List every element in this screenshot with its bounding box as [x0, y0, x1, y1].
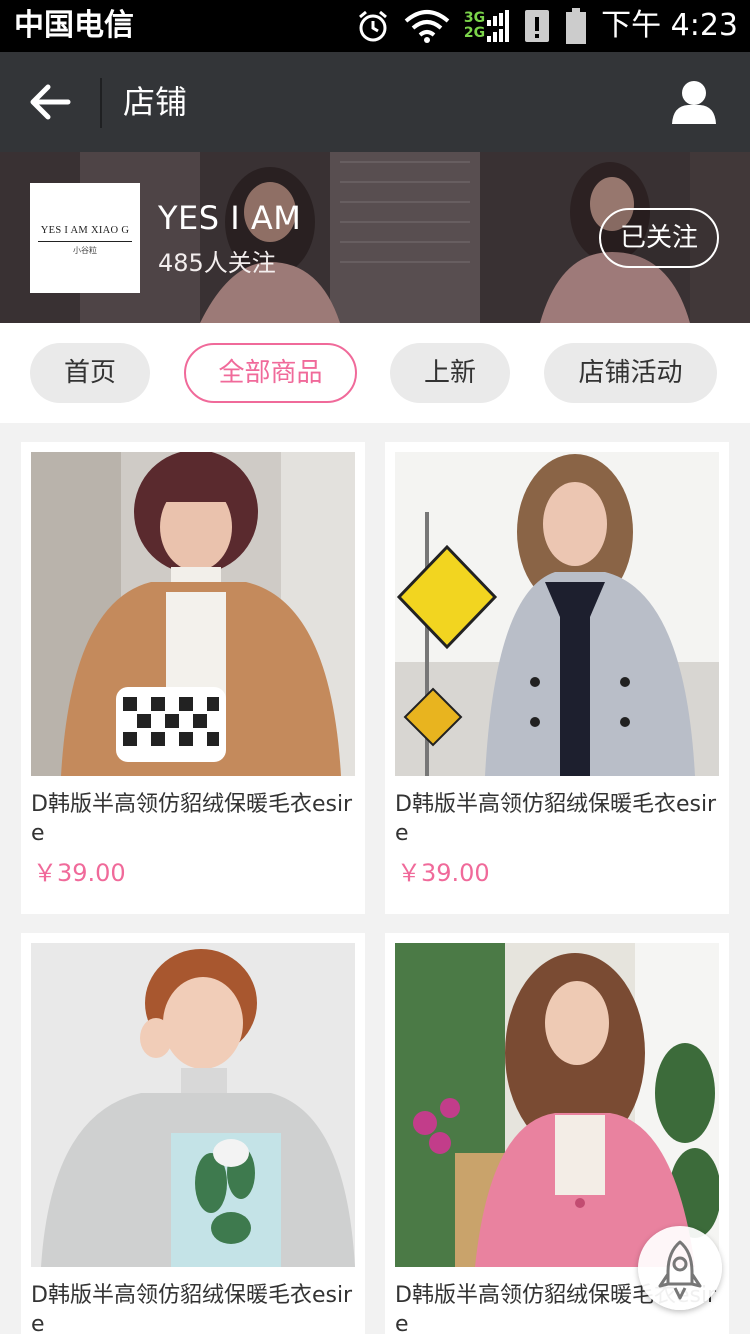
wifi-icon: [404, 10, 450, 43]
shop-tab-bar: 首页 全部商品 上新 店铺活动: [0, 323, 750, 423]
product-title: D韩版半高领仿貂绒保暖毛衣esire: [395, 792, 717, 846]
logo-text: YES I AM XIAO G: [40, 225, 130, 236]
product-price: ￥39.00: [33, 859, 126, 887]
user-icon: [672, 81, 716, 124]
status-time: 下午 4:23: [601, 8, 738, 43]
product-card[interactable]: D韩版半高领仿貂绒保暖毛衣esire: [21, 933, 365, 1334]
page-title: 店铺: [123, 83, 188, 121]
app-header: 店铺: [0, 52, 750, 152]
network-3g-label: 3G: [463, 10, 486, 26]
tab-all-products[interactable]: 全部商品: [184, 343, 357, 403]
shop-name: YES I AM: [158, 199, 302, 237]
product-image[interactable]: [31, 943, 355, 1267]
rocket-icon: [658, 1240, 702, 1300]
signal-icon: 3G 2G: [463, 10, 510, 42]
product-card[interactable]: D韩版半高领仿貂绒保暖毛衣esire ￥39.00: [21, 442, 365, 914]
shop-banner: YES I AM XIAO G 小谷粒 YES I AM 485人关注 已关注: [0, 152, 750, 323]
shop-logo[interactable]: YES I AM XIAO G 小谷粒: [30, 183, 140, 293]
product-price: ￥39.00: [397, 859, 490, 887]
back-button[interactable]: [26, 80, 76, 124]
product-title: D韩版半高领仿貂绒保暖毛衣esire: [31, 792, 353, 846]
status-icons: 3G 2G 下午 4:23: [356, 6, 738, 46]
tab-home[interactable]: 首页: [30, 343, 150, 403]
product-image[interactable]: [31, 452, 355, 776]
status-bar: 中国电信 3G 2G 下午 4:23: [0, 0, 750, 52]
battery-icon: [566, 8, 587, 44]
logo-divider: [38, 241, 132, 242]
profile-button[interactable]: [670, 78, 718, 126]
logo-subtext: 小谷粒: [73, 246, 97, 255]
carrier-name: 中国电信: [14, 8, 134, 43]
sim-alert-icon: [525, 10, 550, 42]
product-image[interactable]: [395, 452, 719, 776]
product-title: D韩版半高领仿貂绒保暖毛衣esire: [31, 1283, 353, 1334]
network-2g-label: 2G: [463, 25, 486, 41]
back-arrow-icon: [30, 84, 71, 120]
product-image[interactable]: [395, 943, 719, 1267]
product-card[interactable]: D韩版半高领仿貂绒保暖毛衣esire ￥39.00: [385, 442, 729, 914]
back-to-top-button[interactable]: [638, 1226, 722, 1310]
follower-count: 485人关注: [158, 249, 276, 277]
alarm-icon: [358, 10, 387, 42]
tab-shop-events[interactable]: 店铺活动: [544, 343, 717, 403]
header-divider: [100, 78, 102, 128]
follow-button[interactable]: 已关注: [599, 208, 719, 268]
tab-new-arrivals[interactable]: 上新: [390, 343, 510, 403]
